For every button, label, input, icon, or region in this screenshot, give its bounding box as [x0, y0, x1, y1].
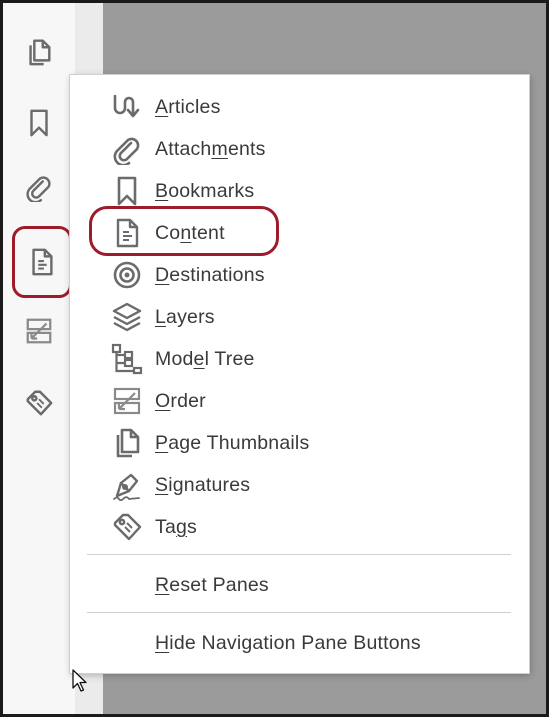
menu-item-tags[interactable]: Tags — [108, 507, 197, 547]
menu-label-attachments: Attachments — [155, 137, 266, 160]
menu-separator — [87, 612, 511, 613]
menu-separator — [87, 554, 511, 555]
nav-content-button[interactable] — [12, 226, 72, 298]
signatures-icon — [113, 473, 140, 501]
navigation-panes-menu: Articles Attachments Bookmarks Content D… — [70, 75, 529, 673]
model-tree-icon — [111, 343, 143, 375]
menu-label-model-tree: Model Tree — [155, 347, 255, 370]
app-window: Articles Attachments Bookmarks Content D… — [0, 0, 549, 717]
menu-label-reset-panes: Reset Panes — [155, 573, 269, 596]
menu-label-order: Order — [155, 389, 206, 412]
menu-item-hide-navigation-pane-buttons[interactable]: Hide Navigation Pane Buttons — [155, 625, 421, 661]
menu-item-destinations[interactable]: Destinations — [108, 255, 265, 295]
menu-label-hide-navigation-pane-buttons: Hide Navigation Pane Buttons — [155, 631, 421, 654]
menu-item-signatures[interactable]: Signatures — [108, 465, 250, 505]
nav-bookmarks-button[interactable] — [15, 99, 63, 147]
order-icon — [113, 387, 141, 415]
nav-page-thumbnails-button[interactable] — [15, 27, 63, 75]
menu-item-articles[interactable]: Articles — [108, 87, 221, 127]
attachment-icon — [26, 176, 51, 202]
page-thumbnails-icon — [116, 428, 140, 458]
menu-item-model-tree[interactable]: Model Tree — [108, 339, 255, 379]
tag-icon — [113, 513, 142, 541]
page-thumbnails-icon — [29, 39, 51, 66]
menu-item-page-thumbnails[interactable]: Page Thumbnails — [108, 423, 309, 463]
nav-tags-button[interactable] — [15, 379, 63, 427]
menu-label-destinations: Destinations — [155, 263, 265, 286]
menu-label-layers: Layers — [155, 305, 215, 328]
destinations-icon — [113, 261, 141, 289]
attachment-icon — [113, 137, 140, 165]
order-icon — [26, 318, 52, 344]
menu-item-order[interactable]: Order — [108, 381, 206, 421]
menu-label-page-thumbnails: Page Thumbnails — [155, 431, 310, 454]
nav-attachments-button[interactable] — [15, 163, 63, 211]
content-highlight-annotation — [89, 206, 279, 256]
menu-item-bookmarks[interactable]: Bookmarks — [108, 171, 254, 211]
articles-icon — [113, 94, 140, 118]
nav-order-button[interactable] — [15, 307, 63, 355]
layers-icon — [112, 302, 142, 332]
menu-label-bookmarks: Bookmarks — [155, 179, 255, 202]
tag-icon — [26, 390, 53, 416]
menu-label-signatures: Signatures — [155, 473, 251, 496]
content-icon — [32, 248, 53, 276]
menu-label-articles: Articles — [155, 95, 221, 118]
menu-item-layers[interactable]: Layers — [108, 297, 215, 337]
menu-item-reset-panes[interactable]: Reset Panes — [155, 567, 269, 603]
mouse-cursor-icon — [72, 669, 87, 692]
menu-label-tags: Tags — [155, 515, 197, 538]
bookmark-icon — [117, 176, 137, 206]
menu-item-attachments[interactable]: Attachments — [108, 129, 266, 169]
bookmark-icon — [30, 109, 48, 137]
